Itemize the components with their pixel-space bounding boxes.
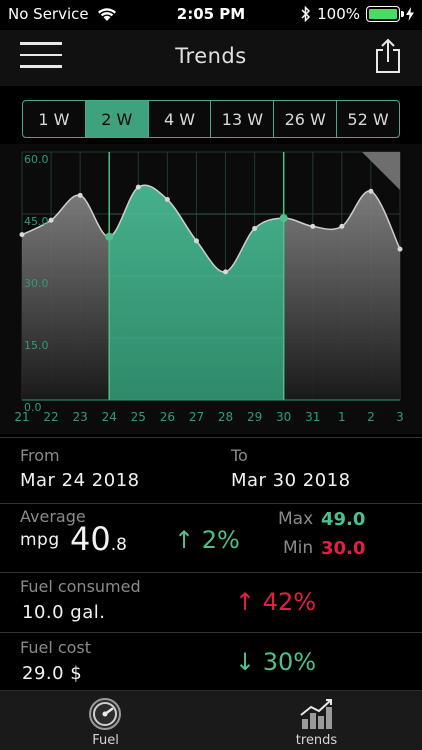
data-point xyxy=(105,232,114,241)
y-tick-label: 60.0 xyxy=(24,153,49,166)
x-tick-label: 24 xyxy=(102,410,117,424)
bluetooth-icon xyxy=(301,6,311,22)
x-tick-label: 1 xyxy=(338,410,346,424)
corner-fold-icon xyxy=(362,152,400,190)
from-label: From xyxy=(20,446,60,465)
range-tab-13w[interactable]: 13 W xyxy=(211,101,275,137)
data-point xyxy=(310,223,316,229)
fuel-cost-change: ↓ 30% xyxy=(235,648,317,676)
tab-fuel-label: Fuel xyxy=(92,733,119,748)
x-tick-label: 21 xyxy=(14,410,29,424)
status-left: No Service xyxy=(8,5,117,23)
range-selector: 1 W 2 W 4 W 13 W 26 W 52 W xyxy=(22,100,400,138)
divider xyxy=(0,503,422,504)
average-value-int: 40 xyxy=(70,520,111,558)
average-change: ↑ 2% xyxy=(174,526,240,554)
data-point xyxy=(279,214,288,223)
data-point xyxy=(339,223,345,229)
data-point xyxy=(19,232,25,238)
battery-percent: 100% xyxy=(317,5,360,23)
x-tick-label: 2 xyxy=(367,410,375,424)
tab-trends-label: trends xyxy=(295,733,338,748)
average-value-dec: .8 xyxy=(110,535,127,555)
divider xyxy=(0,572,422,573)
range-tab-52w[interactable]: 52 W xyxy=(337,101,399,137)
x-tick-label: 22 xyxy=(43,410,58,424)
range-tab-1w[interactable]: 1 W xyxy=(23,101,86,137)
y-tick-label: 30.0 xyxy=(24,277,49,290)
to-label: To xyxy=(231,446,248,465)
trend-chart[interactable]: 60.0 45.0 30.0 15.0 0.0 21 22 23 24 25 26 27 28 29 30 3… xyxy=(0,144,422,434)
x-tick-label: 27 xyxy=(189,410,204,424)
x-tick-label: 29 xyxy=(247,410,262,424)
x-tick-label: 23 xyxy=(73,410,88,424)
y-tick-label: 15.0 xyxy=(24,339,49,352)
carrier-text: No Service xyxy=(8,5,89,23)
tab-trends[interactable]: trends xyxy=(211,691,422,750)
range-tab-26w[interactable]: 26 W xyxy=(274,101,338,137)
data-point xyxy=(223,269,229,275)
average-unit: mpg xyxy=(20,530,60,550)
battery-icon xyxy=(366,6,404,22)
data-point xyxy=(397,246,403,252)
x-tick-label: 26 xyxy=(160,410,175,424)
min-value: 30.0 xyxy=(321,538,366,559)
x-tick-label: 25 xyxy=(131,410,146,424)
x-tick-label: 3 xyxy=(396,410,404,424)
page-title: Trends xyxy=(175,44,247,68)
from-date: Mar 24 2018 xyxy=(20,470,140,491)
x-tick-label: 31 xyxy=(305,410,320,424)
data-point xyxy=(193,238,199,244)
data-point xyxy=(368,188,374,194)
x-tick-label: 30 xyxy=(276,410,291,424)
share-icon[interactable] xyxy=(374,38,402,74)
tab-bar: Fuel trends xyxy=(0,690,422,750)
charging-icon xyxy=(406,7,414,21)
range-tab-2w[interactable]: 2 W xyxy=(85,101,149,137)
divider xyxy=(0,437,422,438)
fuel-cost-label: Fuel cost xyxy=(20,638,92,657)
trend-chart-svg[interactable]: 60.045.030.015.00.021 22 23 24 25 26 27 28 29 30 3… xyxy=(0,144,422,434)
data-point xyxy=(77,192,83,198)
fuel-consumed-change: ↑ 42% xyxy=(235,588,317,616)
max-label: Max xyxy=(278,509,314,529)
data-point xyxy=(48,217,54,223)
to-date: Mar 30 2018 xyxy=(231,470,351,491)
y-tick-label: 45.0 xyxy=(24,215,49,228)
max-value: 49.0 xyxy=(321,509,366,530)
status-right: 100% xyxy=(301,5,414,23)
x-tick-label: 28 xyxy=(218,410,233,424)
fuel-consumed-value: 10.0 gal. xyxy=(22,602,106,623)
fuel-cost-value: 29.0 $ xyxy=(22,663,83,684)
menu-icon[interactable] xyxy=(20,42,62,70)
nav-bar: Trends xyxy=(0,30,422,86)
data-point xyxy=(252,225,258,231)
tab-fuel[interactable]: Fuel xyxy=(0,691,211,750)
wifi-icon xyxy=(97,7,116,21)
divider xyxy=(0,632,422,633)
min-label: Min xyxy=(283,538,314,558)
data-point xyxy=(135,184,141,190)
trends-chart-icon xyxy=(300,699,332,729)
fuel-gauge-icon xyxy=(89,698,121,730)
status-bar: No Service 2:05 PM 100% xyxy=(0,0,422,30)
range-tab-4w[interactable]: 4 W xyxy=(149,101,212,137)
average-value: 40.8 xyxy=(70,520,127,558)
data-point xyxy=(164,197,170,203)
fuel-consumed-label: Fuel consumed xyxy=(20,577,141,596)
